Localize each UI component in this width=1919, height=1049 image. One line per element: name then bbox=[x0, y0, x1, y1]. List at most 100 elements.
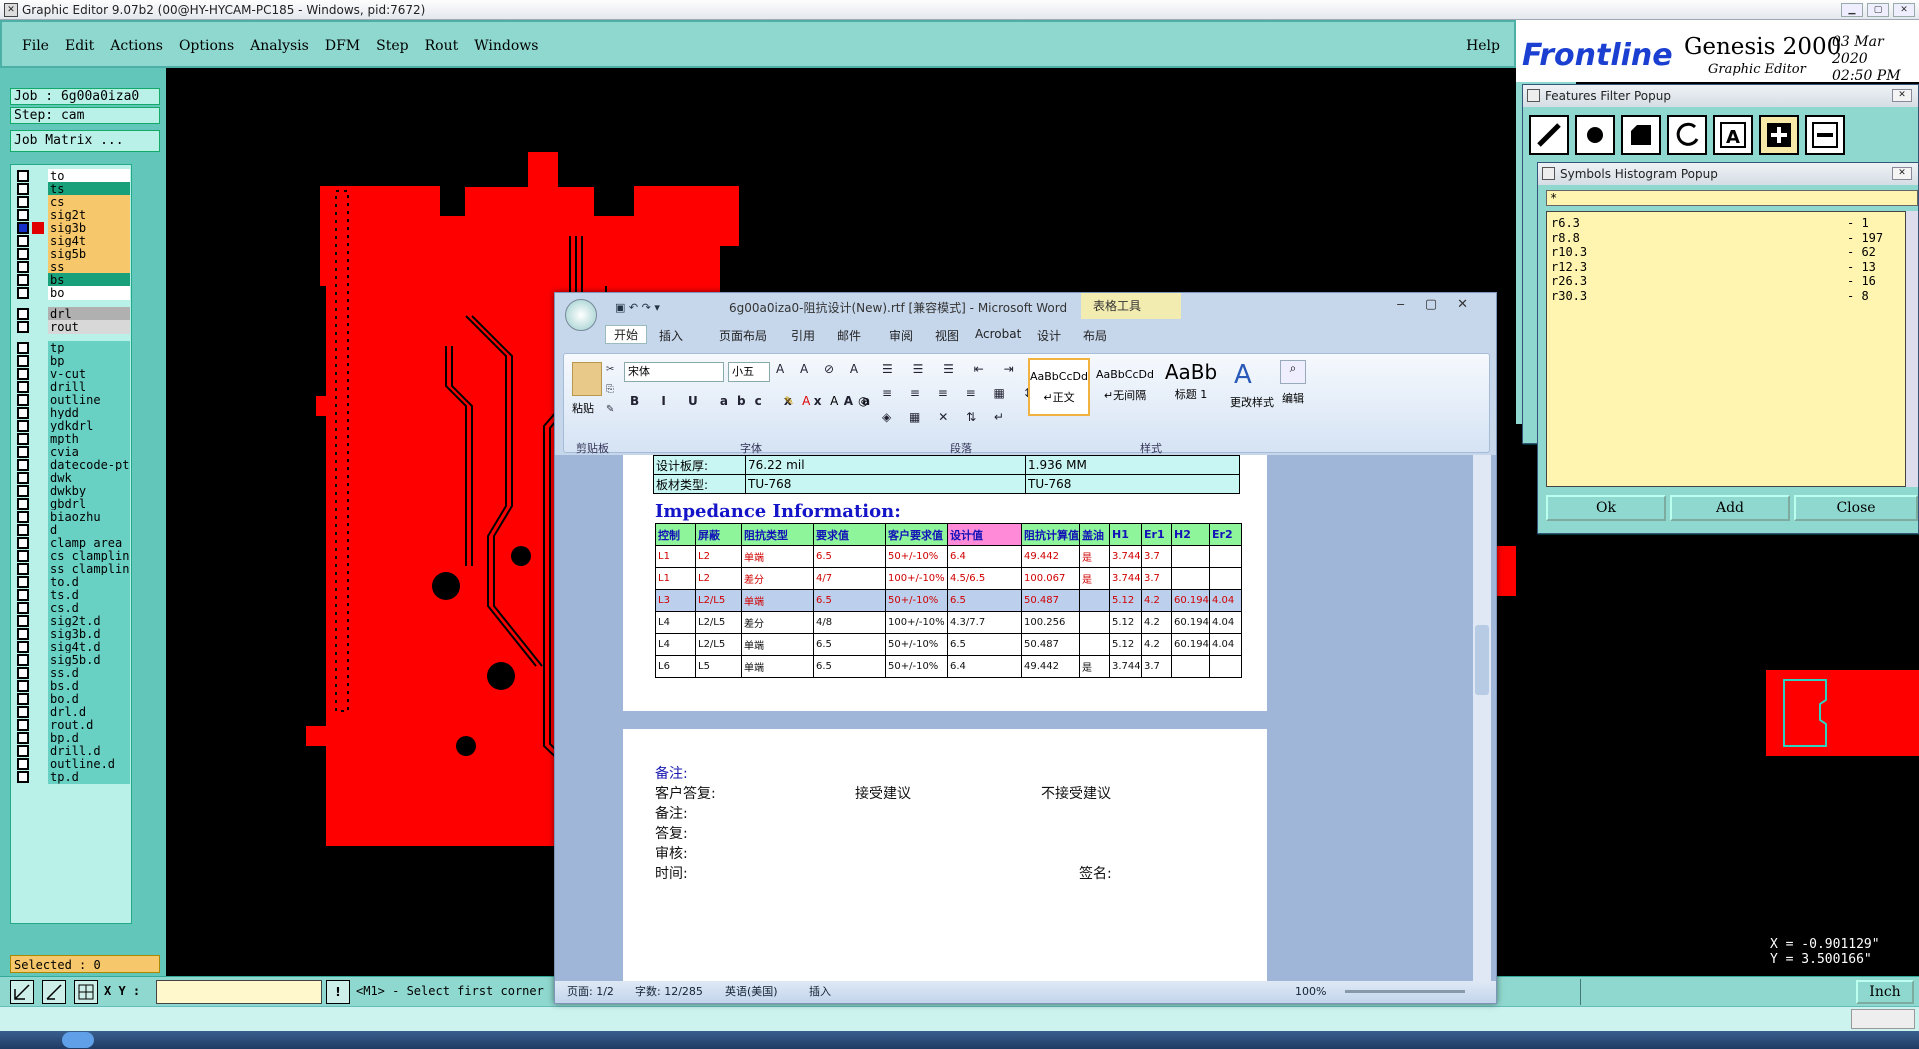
layer-name[interactable]: sig4t.d bbox=[48, 640, 130, 654]
layer-checkbox[interactable] bbox=[17, 368, 29, 380]
layer-row[interactable]: sig5b.d bbox=[15, 653, 131, 667]
layer-row[interactable]: rout.d bbox=[15, 718, 131, 732]
layer-checkbox[interactable] bbox=[17, 287, 29, 299]
font-size-select[interactable]: 小五 bbox=[728, 362, 770, 382]
menu-analysis[interactable]: Analysis bbox=[250, 38, 309, 54]
layer-checkbox[interactable] bbox=[17, 420, 29, 432]
document-area[interactable]: 设计板厚: 76.22 mil 1.936 MM 板材类型: TU-768 TU-768 … bbox=[555, 455, 1496, 983]
layer-row[interactable]: dwk bbox=[15, 471, 131, 485]
layer-name[interactable]: bo bbox=[48, 286, 130, 300]
layer-checkbox[interactable] bbox=[17, 615, 29, 627]
layer-name[interactable]: drill bbox=[48, 380, 130, 394]
layer-row[interactable]: v-cut bbox=[15, 367, 131, 381]
symbol-filter-input[interactable]: * bbox=[1546, 190, 1918, 206]
layer-name[interactable]: rout bbox=[48, 320, 130, 334]
text-filter-button[interactable]: A bbox=[1713, 115, 1753, 155]
layer-checkbox[interactable] bbox=[17, 321, 29, 333]
word-window-controls[interactable]: ‒▢✕ bbox=[1397, 297, 1488, 312]
layer-name[interactable]: ydkdrl bbox=[48, 419, 130, 433]
layer-row[interactable]: cs_clampline bbox=[15, 549, 131, 563]
symbol-list[interactable]: r6.3 - 1 r8.8 - 197 r10.3 - 62 r12.3 - 13 r26.3 -… bbox=[1546, 211, 1906, 487]
menu-actions[interactable]: Actions bbox=[110, 38, 163, 54]
layer-checkbox[interactable] bbox=[17, 693, 29, 705]
positive-filter-button[interactable] bbox=[1759, 115, 1799, 155]
layer-checkbox[interactable] bbox=[17, 381, 29, 393]
layer-row[interactable]: ts bbox=[15, 182, 131, 196]
layer-row[interactable]: ydkdrl bbox=[15, 419, 131, 433]
layer-name[interactable]: ss_clampline bbox=[48, 562, 130, 576]
layer-name[interactable]: ss bbox=[48, 260, 130, 274]
close-icon[interactable]: ✕ bbox=[1892, 89, 1912, 102]
layer-name[interactable]: bp bbox=[48, 354, 130, 368]
vertical-scrollbar[interactable] bbox=[1473, 455, 1491, 983]
symbol-list-scrollbar[interactable] bbox=[1906, 211, 1918, 487]
layer-row[interactable]: biaozhu bbox=[15, 510, 131, 524]
layer-name[interactable]: to bbox=[48, 169, 130, 183]
ribbon-tab[interactable]: 审阅 bbox=[889, 327, 913, 344]
layer-checkbox[interactable] bbox=[17, 706, 29, 718]
arc-filter-button[interactable] bbox=[1667, 115, 1707, 155]
layer-name[interactable]: mpth bbox=[48, 432, 130, 446]
status-page[interactable]: 页面: 1/2 bbox=[567, 981, 614, 1003]
font-grow-tools[interactable]: A A ⊘ A bbox=[776, 362, 864, 376]
layer-name[interactable]: sig3b.d bbox=[48, 627, 130, 641]
close-button[interactable]: Close bbox=[1794, 495, 1918, 521]
start-button[interactable] bbox=[62, 1032, 94, 1048]
menu-rout[interactable]: Rout bbox=[425, 38, 459, 54]
layer-row[interactable]: tp bbox=[15, 341, 131, 355]
layer-checkbox[interactable] bbox=[17, 248, 29, 260]
layer-row[interactable]: to bbox=[15, 169, 131, 183]
layer-name[interactable]: bs bbox=[48, 273, 130, 287]
negative-filter-button[interactable] bbox=[1805, 115, 1845, 155]
edit-label[interactable]: 编辑 bbox=[1282, 390, 1304, 406]
ribbon-tab[interactable]: 引用 bbox=[791, 327, 815, 344]
close-icon[interactable]: ✕ bbox=[1892, 167, 1912, 180]
pad-filter-button[interactable] bbox=[1575, 115, 1615, 155]
layer-row[interactable]: to.d bbox=[15, 575, 131, 589]
layer-row[interactable]: bo.d bbox=[15, 692, 131, 706]
symbol-name[interactable]: r10.3 bbox=[1551, 245, 1587, 259]
ribbon-tab[interactable]: 页面布局 bbox=[719, 327, 767, 344]
line-filter-button[interactable] bbox=[1529, 115, 1569, 155]
layer-name[interactable]: outline bbox=[48, 393, 130, 407]
layer-checkbox[interactable] bbox=[17, 667, 29, 679]
layer-checkbox[interactable] bbox=[17, 654, 29, 666]
layer-checkbox[interactable] bbox=[17, 394, 29, 406]
ribbon-tab[interactable]: Acrobat bbox=[975, 327, 1021, 341]
layer-row[interactable]: dwkby bbox=[15, 484, 131, 498]
zoom-slider[interactable] bbox=[1345, 990, 1465, 993]
layer-checkbox[interactable] bbox=[17, 758, 29, 770]
layer-checkbox[interactable] bbox=[17, 732, 29, 744]
clipboard-tools[interactable]: ✂ ⎘ ✎ bbox=[606, 360, 622, 420]
layer-checkbox[interactable] bbox=[17, 680, 29, 692]
grid-tool-button[interactable] bbox=[74, 980, 98, 1004]
layer-row[interactable]: drill bbox=[15, 380, 131, 394]
menu-edit[interactable]: Edit bbox=[65, 38, 94, 54]
layer-row[interactable]: sig2t bbox=[15, 208, 131, 222]
alert-icon[interactable]: ! bbox=[326, 980, 350, 1004]
layer-row[interactable]: datecode-pt bbox=[15, 458, 131, 472]
layer-checkbox[interactable] bbox=[17, 209, 29, 221]
layer-row[interactable]: rout bbox=[15, 320, 131, 334]
layer-name[interactable]: sig5b bbox=[48, 247, 130, 261]
layer-checkbox[interactable] bbox=[17, 355, 29, 367]
menu-windows[interactable]: Windows bbox=[474, 38, 538, 54]
layer-checkbox[interactable] bbox=[17, 446, 29, 458]
layer-checkbox[interactable] bbox=[17, 628, 29, 640]
layer-name[interactable]: biaozhu bbox=[48, 510, 130, 524]
layer-row[interactable]: bs.d bbox=[15, 679, 131, 693]
layer-checkbox[interactable] bbox=[17, 602, 29, 614]
layer-checkbox[interactable] bbox=[17, 472, 29, 484]
layer-row[interactable]: ts.d bbox=[15, 588, 131, 602]
layer-row[interactable]: outline.d bbox=[15, 757, 131, 771]
layer-row[interactable]: cvia bbox=[15, 445, 131, 459]
layer-name[interactable]: cs.d bbox=[48, 601, 130, 615]
layer-row[interactable]: sig5b bbox=[15, 247, 131, 261]
quick-access-toolbar[interactable]: ▣ ↶ ↷ ▾ bbox=[615, 301, 660, 314]
layer-name[interactable]: dwk bbox=[48, 471, 130, 485]
layer-name[interactable]: dwkby bbox=[48, 484, 130, 498]
layer-checkbox[interactable] bbox=[17, 222, 29, 234]
symbol-name[interactable]: r6.3 bbox=[1551, 216, 1580, 230]
change-style-icon[interactable]: A bbox=[1234, 360, 1252, 390]
ribbon-tab[interactable]: 插入 bbox=[659, 327, 683, 344]
